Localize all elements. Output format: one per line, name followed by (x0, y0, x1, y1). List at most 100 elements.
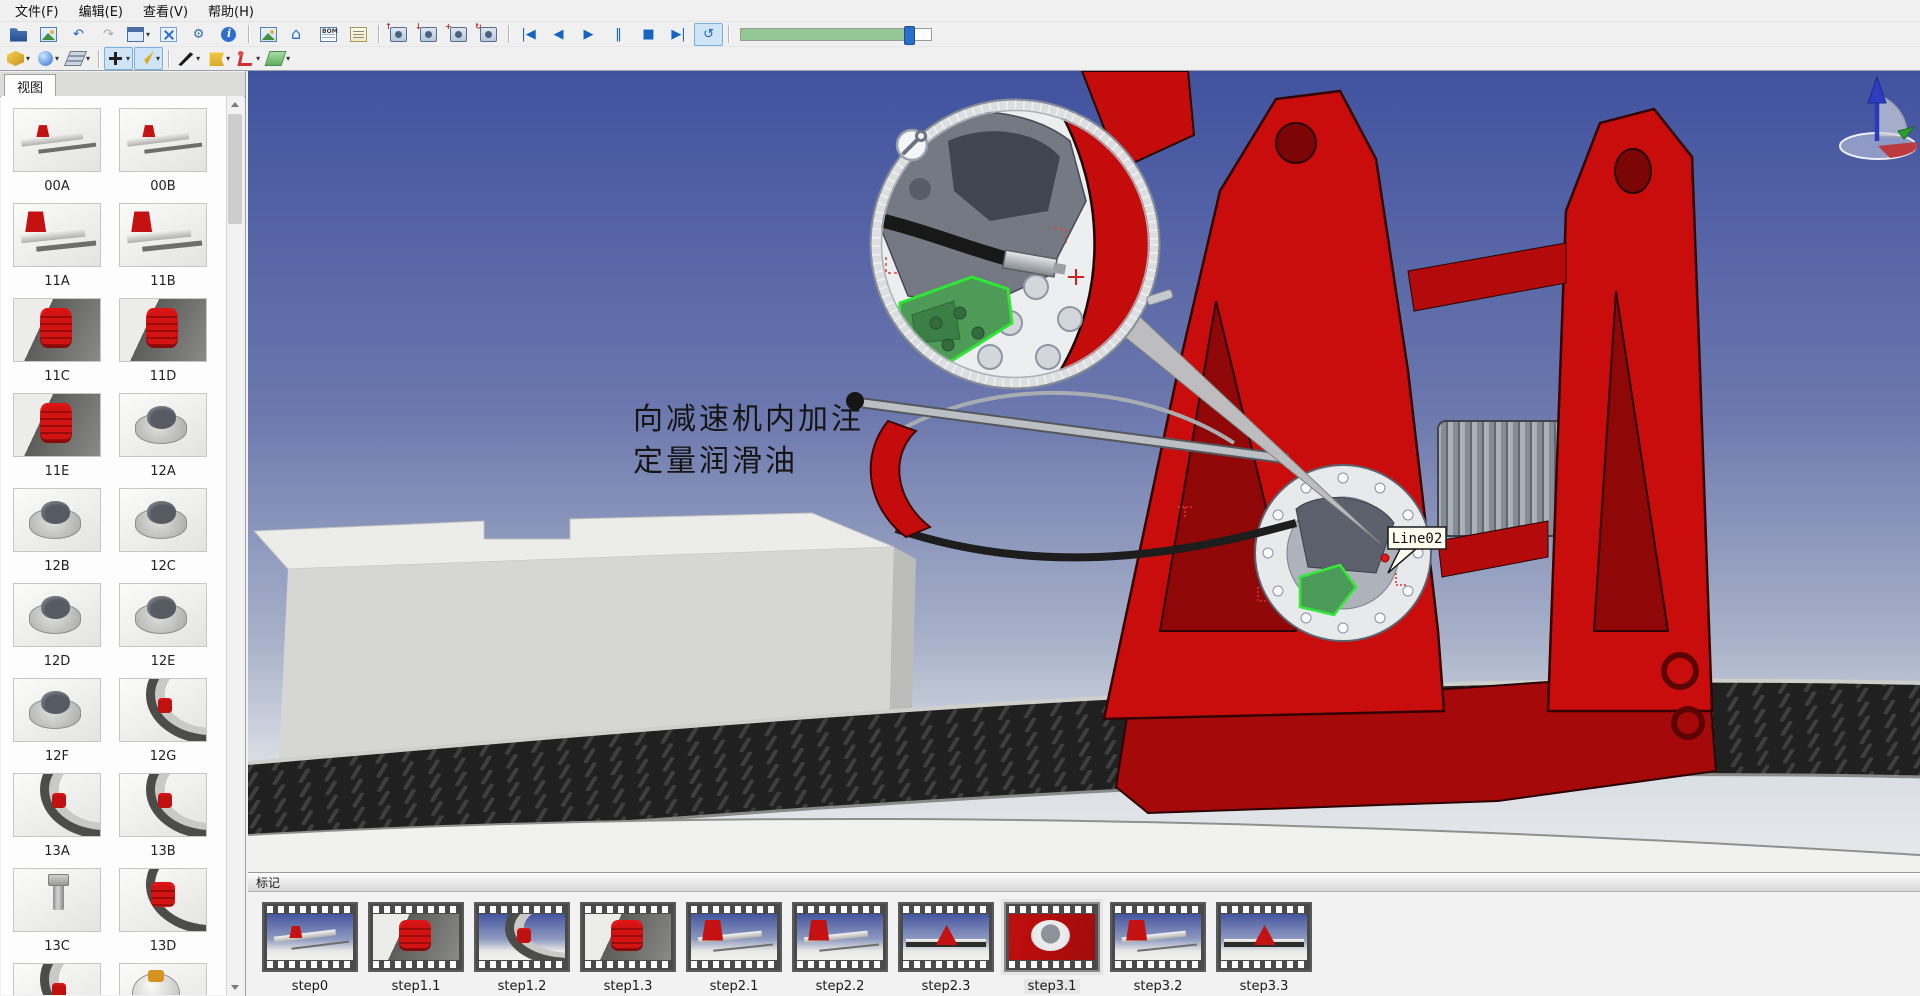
explode-view-button[interactable]: ▾ (4, 47, 33, 70)
erase-markup-button[interactable]: ▾ (264, 47, 293, 70)
view-thumbnail-image[interactable] (13, 203, 101, 267)
animation-step-thumbnail[interactable] (792, 902, 888, 972)
tab-views[interactable]: 视图 (4, 74, 56, 97)
text-note-button[interactable]: ▾ (204, 47, 233, 70)
chevron-down-icon[interactable]: ▾ (26, 54, 30, 63)
chevron-down-icon[interactable]: ▾ (86, 54, 90, 63)
view-thumbnail-image[interactable] (119, 583, 207, 647)
view-thumbnail-image[interactable] (119, 678, 207, 742)
progress-handle[interactable] (904, 26, 915, 45)
view-thumbnail[interactable]: 11E (13, 393, 101, 488)
view-thumbnail[interactable]: 11D (119, 298, 207, 393)
snapshot-button[interactable] (254, 23, 283, 46)
view-thumbnail[interactable]: 13B (119, 773, 207, 868)
view-thumbnail[interactable]: 12B (13, 488, 101, 583)
view-thumbnail-image[interactable] (119, 203, 207, 267)
notes-button[interactable] (344, 23, 373, 46)
fit-view-button[interactable] (154, 23, 183, 46)
view-thumbnail[interactable]: 12D (13, 583, 101, 678)
animation-step[interactable]: step2.3 (898, 902, 994, 994)
view-thumbnail-image[interactable] (119, 393, 207, 457)
chevron-down-icon[interactable]: ▾ (286, 54, 290, 63)
animation-step-thumbnail[interactable] (580, 902, 676, 972)
animation-step[interactable]: step3.3 (1216, 902, 1312, 994)
animation-step-thumbnail[interactable] (368, 902, 464, 972)
animation-step-thumbnail[interactable] (1004, 902, 1100, 972)
animation-step-thumbnail[interactable] (474, 902, 570, 972)
move-tool-button[interactable]: ▾ (104, 47, 133, 70)
view-thumbnail-image[interactable] (119, 868, 207, 932)
view-thumbnail-image[interactable] (13, 108, 101, 172)
view-thumbnail[interactable]: 11B (119, 203, 207, 298)
animation-step[interactable]: step1.2 (474, 902, 570, 994)
view-thumbnail[interactable]: 12E (119, 583, 207, 678)
animation-step[interactable]: step1.1 (368, 902, 464, 994)
view-thumbnail[interactable]: 13A (13, 773, 101, 868)
animation-step-thumbnail[interactable] (686, 902, 782, 972)
view-thumbnail[interactable]: 12C (119, 488, 207, 583)
view-thumbnail-image[interactable] (119, 108, 207, 172)
menu-edit[interactable]: 编辑(E) (70, 0, 132, 22)
animation-step-thumbnail[interactable] (1216, 902, 1312, 972)
view-thumbnail-image[interactable] (119, 963, 207, 995)
scroll-down-arrow[interactable] (227, 979, 243, 995)
view-thumbnail[interactable]: 13C (13, 868, 101, 963)
chevron-down-icon[interactable]: ▾ (156, 54, 160, 63)
dimension-button[interactable]: ▾ (234, 47, 263, 70)
view-thumbnail-image[interactable] (13, 393, 101, 457)
sidebar-scrollbar[interactable] (226, 96, 244, 995)
first-frame-button[interactable]: |◀ (514, 23, 543, 46)
animation-step[interactable]: step2.2 (792, 902, 888, 994)
scrollbar-thumb[interactable] (228, 114, 242, 224)
environment-button[interactable]: ▾ (34, 47, 63, 70)
menu-help[interactable]: 帮助(H) (199, 0, 263, 22)
animation-progress-slider[interactable] (740, 28, 932, 41)
view-thumbnail-image[interactable] (119, 488, 207, 552)
scroll-up-arrow[interactable] (227, 96, 243, 112)
viewport-3d[interactable]: Line02 向减速机内加注 定量润滑油 (248, 71, 1920, 872)
view-thumbnail-image[interactable] (13, 868, 101, 932)
view-thumbnail[interactable]: 12G (119, 678, 207, 773)
animation-step[interactable]: step0 (262, 902, 358, 994)
view-thumbnail[interactable] (119, 963, 207, 995)
view-thumbnail-image[interactable] (13, 773, 101, 837)
view-thumbnail-image[interactable] (13, 678, 101, 742)
draw-tool-button[interactable]: ▾ (174, 47, 203, 70)
section-view-button[interactable]: ▾ (64, 47, 93, 70)
redo-button[interactable]: ↷ (94, 23, 123, 46)
camera-add-button[interactable]: ↑ (384, 23, 413, 46)
menu-view[interactable]: 查看(V) (134, 0, 197, 22)
chevron-down-icon[interactable]: ▾ (55, 54, 59, 63)
camera-refresh-button[interactable]: ↻ (474, 23, 503, 46)
animation-step[interactable]: step1.3 (580, 902, 676, 994)
view-thumbnail-image[interactable] (13, 963, 101, 995)
view-thumbnail[interactable]: 12A (119, 393, 207, 488)
info-button[interactable] (214, 23, 243, 46)
animation-step-thumbnail[interactable] (898, 902, 994, 972)
chevron-down-icon[interactable]: ▾ (126, 54, 130, 63)
chevron-down-icon[interactable]: ▾ (146, 30, 150, 39)
display-mode-button[interactable]: ▾ (124, 23, 153, 46)
play-button[interactable]: ▶ (574, 23, 603, 46)
animation-step[interactable]: step3.1 (1004, 902, 1100, 994)
view-thumbnail[interactable] (13, 963, 101, 995)
menu-file[interactable]: 文件(F) (6, 0, 68, 22)
bom-button[interactable]: BOM (314, 23, 343, 46)
import-model-button[interactable] (284, 23, 313, 46)
chevron-down-icon[interactable]: ▾ (196, 54, 200, 63)
loop-button[interactable]: ↺ (694, 23, 723, 46)
undo-button[interactable]: ↶ (64, 23, 93, 46)
animation-step-thumbnail[interactable] (1110, 902, 1206, 972)
chevron-down-icon[interactable]: ▾ (226, 54, 230, 63)
view-thumbnail[interactable]: 11A (13, 203, 101, 298)
view-thumbnail[interactable]: 11C (13, 298, 101, 393)
animation-step[interactable]: step3.2 (1110, 902, 1206, 994)
stop-button[interactable]: ■ (634, 23, 663, 46)
pause-button[interactable]: ‖ (604, 23, 633, 46)
view-thumbnail-image[interactable] (119, 773, 207, 837)
view-thumbnail[interactable]: 00B (119, 108, 207, 203)
measure-tool-button[interactable]: ▾ (134, 47, 163, 70)
animation-step[interactable]: step2.1 (686, 902, 782, 994)
prev-frame-button[interactable]: ◀ (544, 23, 573, 46)
view-thumbnail[interactable]: 12F (13, 678, 101, 773)
